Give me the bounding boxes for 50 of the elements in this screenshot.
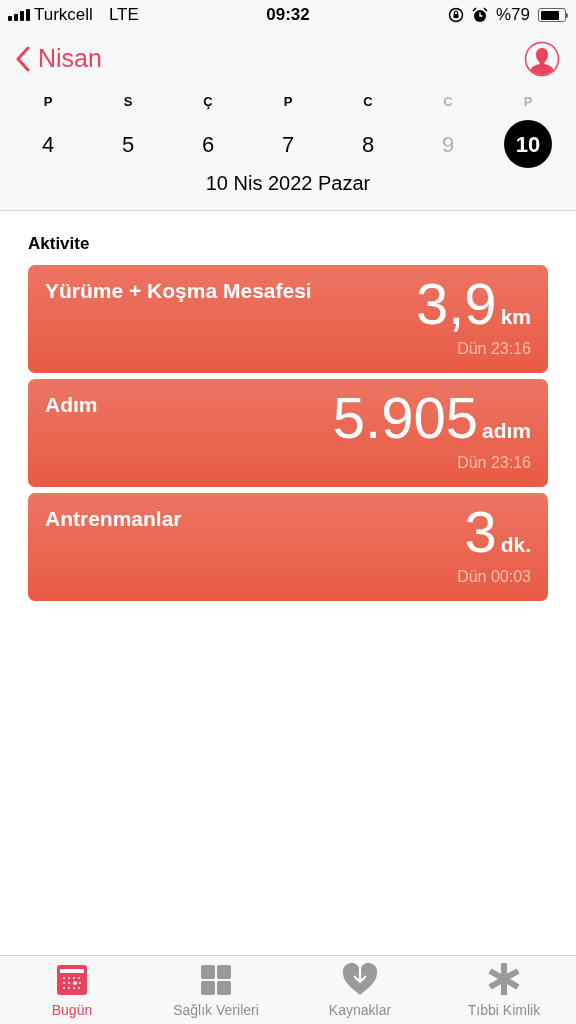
signal-icon: [8, 9, 30, 21]
day-button[interactable]: 5: [104, 120, 152, 168]
alarm-icon: [471, 7, 488, 23]
card-title: Adım: [45, 391, 98, 418]
rotation-lock-icon: [447, 7, 464, 23]
asterisk-icon: [487, 962, 521, 996]
clock-time: 09:32: [266, 5, 310, 25]
update-time: Dün 23:16: [457, 338, 531, 359]
section-title: Aktivite: [28, 233, 91, 255]
tab-button[interactable]: Bugün: [0, 956, 144, 1024]
weekday-letter: P: [43, 93, 53, 111]
day-button[interactable]: 6: [184, 120, 232, 168]
weekday-letter: S: [123, 93, 133, 111]
activity-card[interactable]: Yürüme + Koşma Mesafesi 3,9 km Dün 23:16: [28, 264, 548, 373]
metric-value: 3,9: [416, 270, 497, 337]
weekday-letter: P: [523, 93, 533, 111]
metric-unit: km: [500, 303, 531, 330]
date-label: 10 Nis 2022 Pazar: [205, 172, 371, 194]
metric-unit: adım: [482, 417, 531, 444]
metric-unit: dk.: [500, 531, 531, 558]
metric-value: 3: [464, 498, 497, 565]
tab-button[interactable]: Sağlık Verileri: [144, 956, 288, 1024]
update-time: Dün 00:03: [457, 566, 531, 587]
card-title: Antrenmanlar: [45, 505, 182, 532]
profile-icon[interactable]: [524, 41, 560, 77]
day-button[interactable]: 9: [424, 120, 472, 168]
calendar-icon: [56, 964, 88, 996]
weekday-letter: C: [363, 93, 373, 111]
battery-percent: %79: [495, 4, 530, 27]
weekday-letter: P: [283, 93, 293, 111]
day-button[interactable]: 10: [504, 120, 552, 168]
metric-value: 5.905: [332, 384, 478, 451]
carrier-name: Turkcell: [34, 4, 93, 27]
day-button[interactable]: 8: [344, 120, 392, 168]
network-type: LTE: [108, 4, 139, 27]
activity-card[interactable]: Antrenmanlar 3 dk. Dün 00:03: [28, 492, 548, 601]
day-button[interactable]: 7: [264, 120, 312, 168]
weekday-letter: Ç: [203, 93, 213, 111]
back-button[interactable]: Nisan: [16, 40, 102, 78]
battery-icon: [538, 8, 568, 22]
card-title: Yürüme + Koşma Mesafesi: [45, 277, 312, 304]
tab-button[interactable]: Tıbbi Kimlik: [432, 956, 576, 1024]
activity-card[interactable]: Adım 5.905 adım Dün 23:16: [28, 378, 548, 487]
weekday-letter: C: [443, 93, 453, 111]
grid-icon: [200, 964, 232, 996]
tab-button[interactable]: Kaynaklar: [288, 956, 432, 1024]
day-button[interactable]: 4: [24, 120, 72, 168]
chevron-left-icon: [16, 46, 30, 72]
update-time: Dün 23:16: [457, 452, 531, 473]
heart-download-icon: [342, 962, 378, 996]
